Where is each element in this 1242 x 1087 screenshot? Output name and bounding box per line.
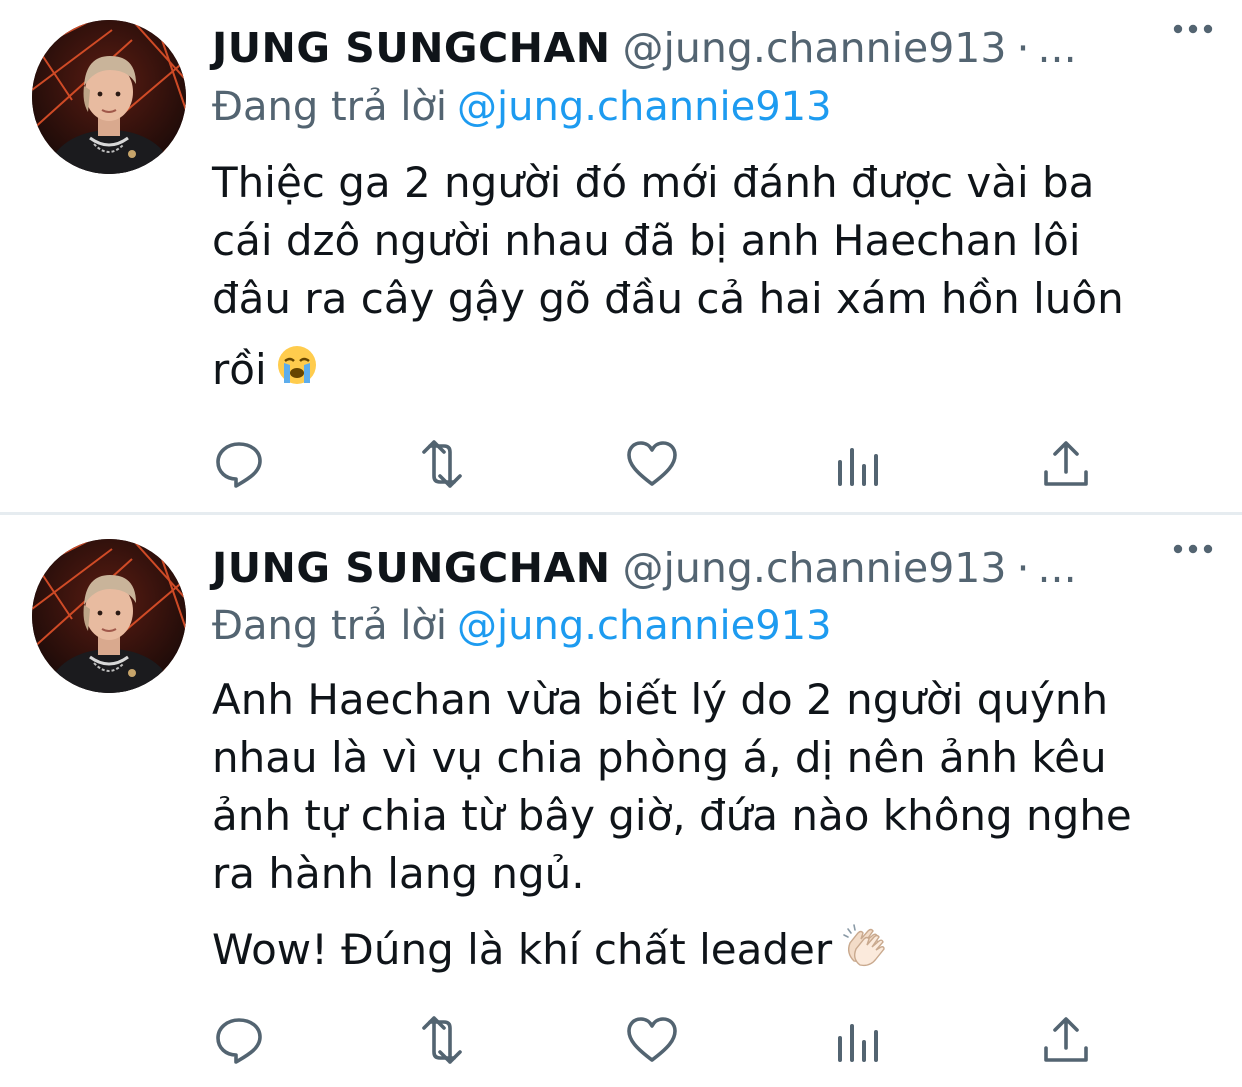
tweet-header: JUNG SUNGCHAN @jung.channie913 ·... xyxy=(212,538,1242,598)
replying-to: Đang trả lời @jung.channie913 xyxy=(212,599,1242,653)
retweet-icon[interactable] xyxy=(414,1012,470,1068)
tweet-text-line: Anh Haechan vừa biết lý do 2 người quýnh xyxy=(212,675,1109,724)
replying-to-label: Đang trả lời xyxy=(212,603,448,649)
replying-to-mention[interactable]: @jung.channie913 xyxy=(457,603,832,649)
reply-icon[interactable] xyxy=(212,1012,268,1068)
like-icon[interactable] xyxy=(624,1012,680,1068)
user-handle[interactable]: @jung.channie913 xyxy=(623,544,1007,592)
tweet-text-line: ảnh tự chia từ bây giờ, đứa nào không ng… xyxy=(212,791,1132,840)
tweet[interactable]: JUNG SUNGCHAN @jung.channie913 ·... Đang t… xyxy=(0,0,1242,1087)
tweet-text-line: ra hành lang ngủ. xyxy=(212,849,585,898)
display-name[interactable]: JUNG SUNGCHAN xyxy=(212,544,611,592)
clapping-hands-icon xyxy=(840,921,888,984)
avatar[interactable] xyxy=(32,539,186,693)
truncated-ellipsis: ... xyxy=(1037,544,1077,592)
more-options-icon[interactable] xyxy=(1172,538,1214,560)
action-bar xyxy=(212,1012,1092,1068)
tweet-text-line-with-emoji: Wow! Đúng là khí chất leader xyxy=(212,921,1212,984)
stats-icon[interactable] xyxy=(832,1012,888,1068)
tweet-text: Anh Haechan vừa biết lý do 2 người quýnh… xyxy=(212,671,1212,984)
tweet-text-line: Wow! Đúng là khí chất leader xyxy=(212,925,833,974)
tweet-text-line: nhau là vì vụ chia phòng á, dị nên ảnh k… xyxy=(212,733,1107,782)
tweet-feed: JUNG SUNGCHAN @jung.channie913 ·... Đang t… xyxy=(0,0,1242,1087)
share-icon[interactable] xyxy=(1038,1012,1094,1068)
separator-dot: · xyxy=(1016,544,1030,592)
